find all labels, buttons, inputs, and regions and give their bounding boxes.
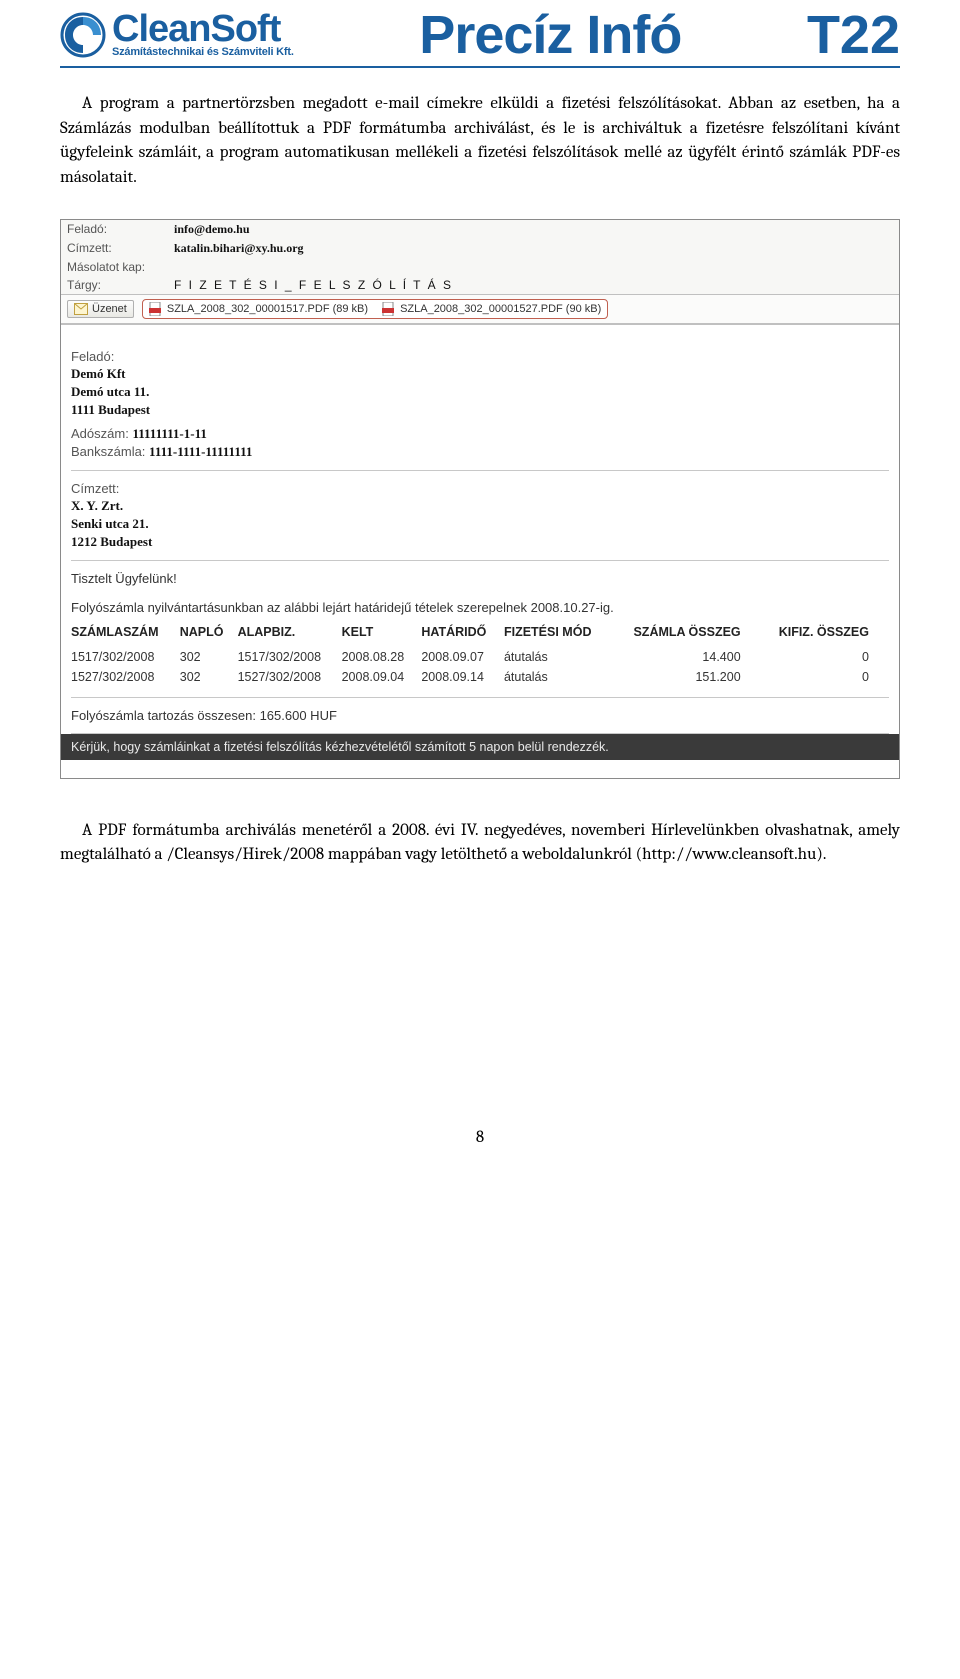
tax-value: 11111111-1-11 xyxy=(132,426,206,441)
from-label: Feladó: xyxy=(61,220,168,239)
to-value: katalin.bihari@xy.hu.org xyxy=(168,239,899,258)
document-title: Precíz Infó xyxy=(419,4,681,66)
message-tab-button[interactable]: Üzenet xyxy=(67,300,134,318)
bank-label: Bankszámla: xyxy=(71,444,145,459)
sender-addr: Demó utca 11. xyxy=(71,384,889,400)
recipient-name: X. Y. Zrt. xyxy=(71,498,889,514)
email-screenshot: Feladó: info@demo.hu Címzett: katalin.bi… xyxy=(60,219,900,779)
to-label: Címzett: xyxy=(61,239,168,258)
table-header-row: SZÁMLASZÁM NAPLÓ ALAPBIZ. KELT HATÁRIDŐ … xyxy=(71,621,889,647)
brand-tagline: Számítástechnikai és Számviteli Kft. xyxy=(112,46,294,58)
subject-label: Tárgy: xyxy=(61,276,168,294)
paragraph-2: A PDF formátumba archiválás menetéről a … xyxy=(60,819,900,868)
col-fizmod: FIZETÉSI MÓD xyxy=(504,621,613,647)
closing-strip: Kérjük, hogy számláinkat a fizetési fels… xyxy=(61,734,899,760)
cc-value xyxy=(168,258,899,276)
page-header: CleanSoft Számítástechnikai és Számvitel… xyxy=(60,4,900,68)
logo-icon xyxy=(60,12,106,58)
recipient-city: 1212 Budapest xyxy=(71,534,889,550)
col-kelt: KELT xyxy=(342,621,422,647)
logo: CleanSoft Számítástechnikai és Számvitel… xyxy=(60,12,294,58)
invoice-table: SZÁMLASZÁM NAPLÓ ALAPBIZ. KELT HATÁRIDŐ … xyxy=(71,621,889,687)
email-header-table: Feladó: info@demo.hu Címzett: katalin.bi… xyxy=(61,220,899,294)
cc-label: Másolatot kap: xyxy=(61,258,168,276)
envelope-icon xyxy=(74,303,88,315)
pdf-icon xyxy=(149,302,163,316)
col-szamlaszam: SZÁMLASZÁM xyxy=(71,621,180,647)
sender-city: 1111 Budapest xyxy=(71,402,889,418)
from-value: info@demo.hu xyxy=(168,220,899,239)
paragraph-1: A program a partnertörzsben megadott e-m… xyxy=(60,92,900,191)
brand-name: CleanSoft xyxy=(112,12,280,46)
recipient-label: Címzett: xyxy=(71,481,889,496)
email-body: Feladó: Demó Kft Demó utca 11. 1111 Buda… xyxy=(61,324,899,778)
document-code: T22 xyxy=(807,4,900,66)
table-row: 1527/302/2008 302 1527/302/2008 2008.09.… xyxy=(71,667,889,687)
subject-value: F I Z E T É S I _ F E L S Z Ó L Í T Á S xyxy=(168,276,899,294)
page-number: 8 xyxy=(60,1128,900,1147)
bank-value: 1111-1111-11111111 xyxy=(149,444,252,459)
attachment-row: Üzenet SZLA_2008_302_00001517.PDF (89 kB… xyxy=(61,294,899,324)
col-hatarido: HATÁRIDŐ xyxy=(421,621,504,647)
sender-name: Demó Kft xyxy=(71,366,889,382)
pdf-icon xyxy=(382,302,396,316)
recipient-addr: Senki utca 21. xyxy=(71,516,889,532)
col-osszeg: SZÁMLA ÖSSZEG xyxy=(613,621,761,647)
total-line: Folyószámla tartozás összesen: 165.600 H… xyxy=(71,708,889,723)
sender-label: Feladó: xyxy=(71,349,889,364)
intro-text: Folyószámla nyilvántartásunkban az alább… xyxy=(71,600,889,615)
attachment-item[interactable]: SZLA_2008_302_00001527.PDF (90 kB) xyxy=(382,302,601,316)
col-naplo: NAPLÓ xyxy=(180,621,238,647)
greeting: Tisztelt Ügyfelünk! xyxy=(71,571,889,586)
tax-label: Adószám: xyxy=(71,426,129,441)
table-row: 1517/302/2008 302 1517/302/2008 2008.08.… xyxy=(71,647,889,667)
attachment-item[interactable]: SZLA_2008_302_00001517.PDF (89 kB) xyxy=(149,302,368,316)
col-alapbiz: ALAPBIZ. xyxy=(238,621,342,647)
attachment-list: SZLA_2008_302_00001517.PDF (89 kB) SZLA_… xyxy=(142,299,608,319)
col-kifiz: KIFIZ. ÖSSZEG xyxy=(761,621,889,647)
